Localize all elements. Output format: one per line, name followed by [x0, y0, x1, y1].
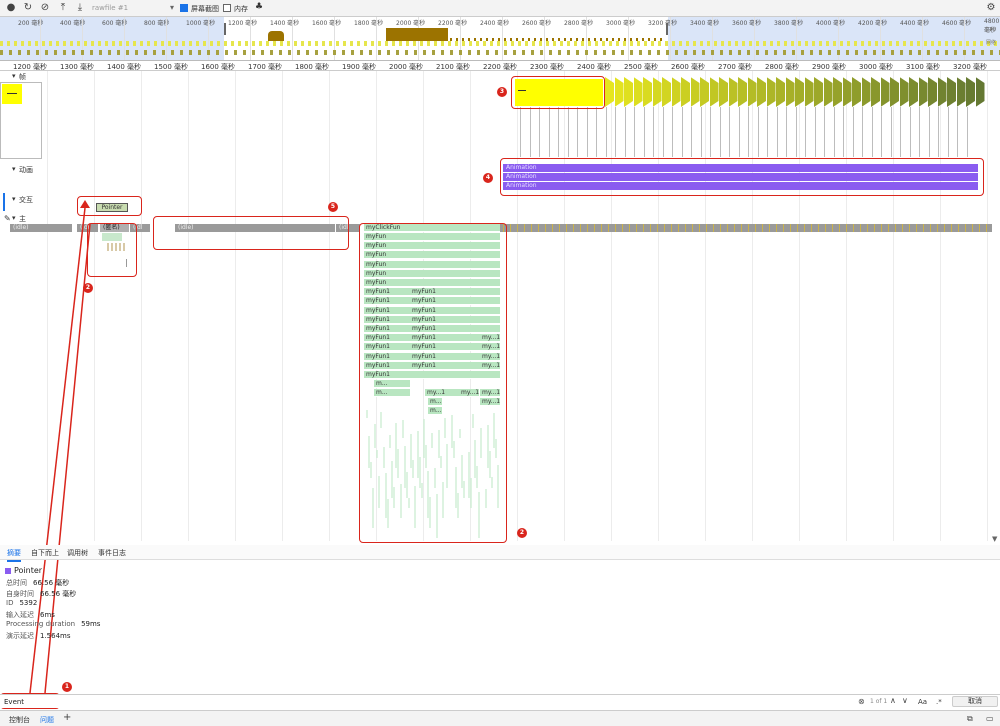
search-input[interactable]: Event	[4, 698, 54, 706]
detail-label: 输入延迟	[6, 610, 34, 619]
detail-row: 总时间 66.56 毫秒	[6, 578, 69, 588]
detail-value: 59ms	[81, 620, 101, 628]
cancel-search-button[interactable]: 取消	[952, 696, 998, 707]
detail-row: Processing duration 59ms	[6, 620, 100, 628]
event-title: Pointer	[14, 566, 43, 575]
match-case-button[interactable]: Aa	[918, 698, 927, 706]
dock-icon[interactable]: ⧉	[967, 714, 973, 724]
search-bar: Event ⊗ 1 of 1 ∧ ∨ Aa .* 取消	[0, 694, 1000, 708]
tab-call-tree[interactable]: 调用树	[67, 548, 88, 558]
clear-search-icon[interactable]: ⊗	[858, 697, 865, 706]
annotation-badge: 2	[517, 528, 527, 538]
annotation-badge: 1	[62, 682, 72, 692]
drawer-tab-console[interactable]: 控制台	[9, 715, 30, 725]
detail-row: ID 5392	[6, 599, 37, 607]
tab-bottom-up[interactable]: 自下而上	[31, 548, 59, 558]
detail-tabs: 摘要 自下而上 调用树 事件日志	[0, 545, 1000, 562]
scroll-down-icon[interactable]: ▼	[992, 535, 997, 543]
search-result-count: 1 of 1	[870, 698, 888, 705]
drawer-tab-issues[interactable]: 问题	[40, 715, 54, 725]
regex-button[interactable]: .*	[936, 698, 942, 706]
detail-label: ID	[6, 599, 14, 607]
detail-value: 6ms	[40, 610, 55, 619]
event-color-swatch	[5, 568, 11, 574]
close-drawer-icon[interactable]: ▭	[986, 714, 994, 723]
detail-label: 自身时间	[6, 589, 34, 598]
detail-value: 1.564ms	[40, 631, 71, 640]
next-result-icon[interactable]: ∨	[902, 696, 908, 705]
detail-summary: Pointer 总时间 66.56 毫秒 自身时间 66.56 毫秒 ID 5392 输入延…	[0, 562, 1000, 644]
detail-row: 演示延迟 1.564ms	[6, 631, 71, 641]
tab-event-log[interactable]: 事件日志	[98, 548, 126, 558]
detail-label: Processing duration	[6, 620, 76, 628]
detail-row: 自身时间 66.56 毫秒	[6, 589, 76, 599]
bottom-drawer: 控制台 问题 + ⧉ ▭	[0, 710, 1000, 726]
detail-label: 总时间	[6, 579, 27, 587]
annotation-badge: 2	[83, 283, 93, 293]
arrow-head	[80, 200, 90, 208]
detail-value: 66.56 毫秒	[33, 579, 70, 587]
annotation-badge: 5	[328, 202, 338, 212]
annotation-badge: 4	[483, 173, 493, 183]
previous-result-icon[interactable]: ∧	[890, 696, 896, 705]
detail-value: 66.56 毫秒	[40, 589, 77, 598]
add-tab-button[interactable]: +	[63, 712, 71, 723]
tab-summary[interactable]: 摘要	[7, 548, 21, 562]
detail-row: 输入延迟 6ms	[6, 610, 55, 620]
annotation-badge: 3	[497, 87, 507, 97]
detail-value: 5392	[19, 599, 38, 607]
detail-label: 演示延迟	[6, 631, 34, 640]
